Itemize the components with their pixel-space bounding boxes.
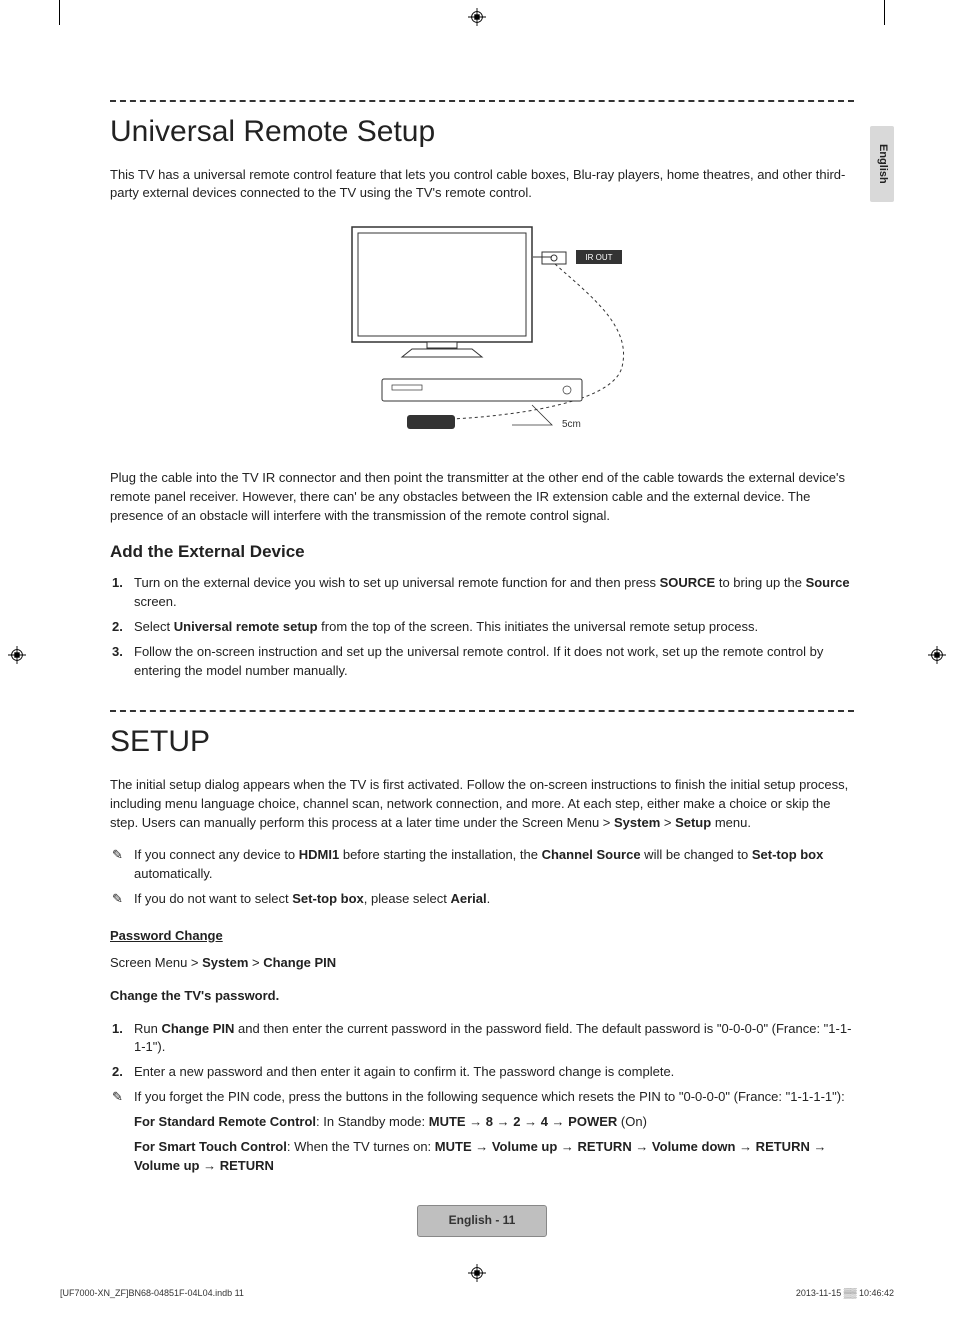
- footer-right: 2013-11-15 ▒▒ 10:46:42: [796, 1287, 894, 1300]
- smart-remote-seq: For Smart Touch Control: When the TV tur…: [110, 1138, 854, 1176]
- subsection-title: Add the External Device: [110, 540, 854, 565]
- list-item: If you do not want to select Set-top box…: [134, 890, 854, 909]
- connection-diagram: IR OUT 5cm: [110, 217, 854, 453]
- list-item: If you connect any device to HDMI1 befor…: [134, 846, 854, 884]
- section-title: SETUP: [110, 720, 854, 764]
- registration-mark-icon: [468, 1264, 486, 1282]
- section-divider: [110, 710, 854, 712]
- distance-label: 5cm: [562, 419, 581, 430]
- list-item: If you forget the PIN code, press the bu…: [134, 1088, 854, 1107]
- password-change-heading: Password Change: [110, 927, 854, 946]
- section-divider: [110, 100, 854, 102]
- notes-list: If you connect any device to HDMI1 befor…: [110, 846, 854, 909]
- pin-reset-note: If you forget the PIN code, press the bu…: [110, 1088, 854, 1107]
- list-item: 1. Turn on the external device you wish …: [134, 574, 854, 612]
- section-title: Universal Remote Setup: [110, 110, 854, 154]
- list-item: 3. Follow the on-screen instruction and …: [134, 643, 854, 681]
- password-lead: Change the TV's password.: [110, 987, 854, 1006]
- list-item: 2. Enter a new password and then enter i…: [134, 1063, 854, 1082]
- page-content: Universal Remote Setup This TV has a uni…: [0, 0, 954, 1287]
- list-item: 2. Select Universal remote setup from th…: [134, 618, 854, 637]
- after-figure-text: Plug the cable into the TV IR connector …: [110, 469, 854, 526]
- setup-intro: The initial setup dialog appears when th…: [110, 776, 854, 833]
- list-item: 1. Run Change PIN and then enter the cur…: [134, 1020, 854, 1058]
- standard-remote-seq: For Standard Remote Control: In Standby …: [110, 1113, 854, 1132]
- password-steps: 1. Run Change PIN and then enter the cur…: [110, 1020, 854, 1083]
- intro-text: This TV has a universal remote control f…: [110, 166, 854, 204]
- print-footer: [UF7000-XN_ZF]BN68-04851F-04L04.indb 11 …: [0, 1287, 954, 1310]
- page-number-badge: English - 11: [417, 1205, 547, 1236]
- menu-path: Screen Menu > System > Change PIN: [110, 954, 854, 973]
- steps-list: 1. Turn on the external device you wish …: [110, 574, 854, 680]
- footer-left: [UF7000-XN_ZF]BN68-04851F-04L04.indb 11: [60, 1287, 244, 1300]
- ir-out-label: IR OUT: [585, 253, 612, 262]
